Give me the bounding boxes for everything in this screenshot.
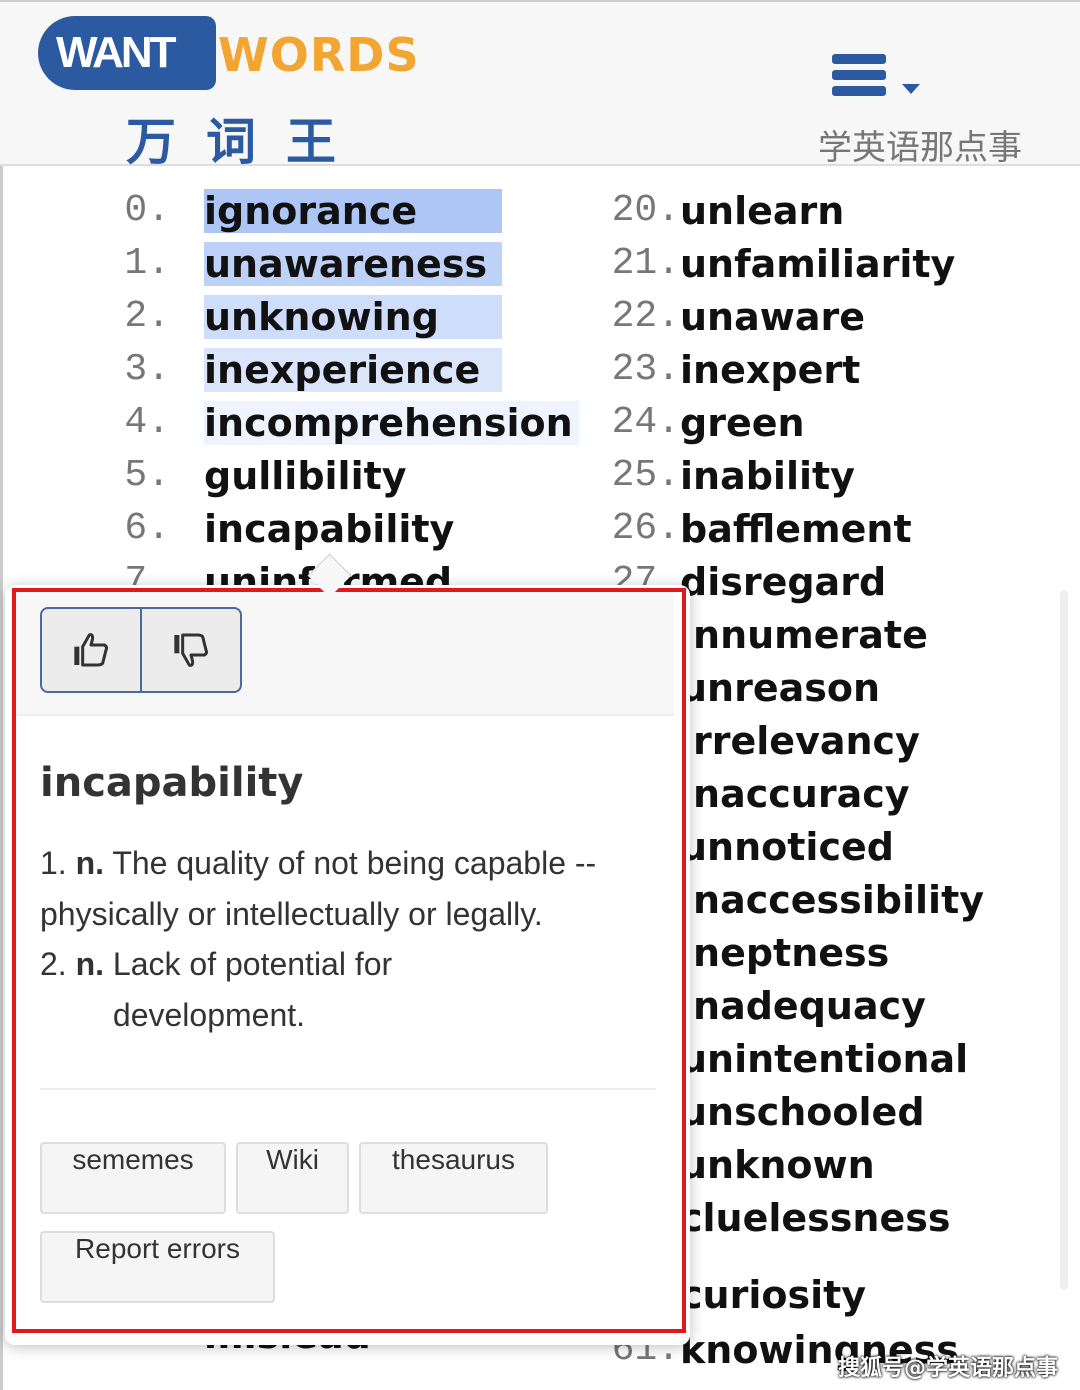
caret-down-icon bbox=[902, 84, 920, 94]
logo-want-text: WANT bbox=[56, 28, 177, 77]
result-word[interactable]: irrelevancy bbox=[680, 719, 926, 763]
result-word[interactable]: bafflement bbox=[680, 507, 918, 551]
result-word[interactable]: curiosity bbox=[680, 1273, 872, 1317]
result-rank: 24. bbox=[611, 401, 680, 444]
result-rank: 21. bbox=[611, 242, 680, 285]
result-rank: 26. bbox=[611, 507, 680, 550]
result-rank: 25. bbox=[611, 454, 680, 497]
result-word[interactable]: unaware bbox=[680, 295, 871, 339]
page-border bbox=[0, 166, 3, 1390]
result-word[interactable]: inability bbox=[680, 454, 861, 498]
result-word[interactable]: incapability bbox=[204, 507, 460, 551]
result-word[interactable]: inexpert bbox=[680, 348, 866, 392]
highlight-annotation-box bbox=[12, 588, 686, 1333]
result-word[interactable]: inaccessibility bbox=[680, 878, 990, 922]
result-word[interactable]: unnoticed bbox=[680, 825, 900, 869]
result-word[interactable]: unawareness bbox=[204, 242, 502, 286]
site-tagline: 学英语那点事 bbox=[818, 128, 1022, 168]
result-word[interactable]: unintentional bbox=[680, 1037, 974, 1081]
result-rank: 20. bbox=[611, 189, 680, 232]
result-word[interactable]: inaccuracy bbox=[680, 772, 916, 816]
result-word[interactable]: ineptness bbox=[680, 931, 895, 975]
result-word[interactable]: inexperience bbox=[204, 348, 502, 392]
watermark: 搜狐号@学英语那点事 bbox=[838, 1356, 1059, 1381]
scrollbar[interactable] bbox=[1060, 590, 1068, 1290]
result-word[interactable]: cluelessness bbox=[680, 1196, 956, 1240]
result-rank: 23. bbox=[611, 348, 680, 391]
logo-words-text: WORDS bbox=[218, 28, 420, 82]
result-rank: 5. bbox=[124, 454, 170, 497]
result-rank: 2. bbox=[124, 295, 170, 338]
result-word[interactable]: unknown bbox=[680, 1143, 881, 1187]
result-word[interactable]: ignorance bbox=[204, 189, 502, 233]
result-rank: 0. bbox=[124, 189, 170, 232]
result-word[interactable]: gullibility bbox=[204, 454, 413, 498]
result-word[interactable]: unfamiliarity bbox=[680, 242, 961, 286]
result-word[interactable]: inadequacy bbox=[680, 984, 932, 1028]
result-rank: 22. bbox=[611, 295, 680, 338]
result-word[interactable]: unreason bbox=[680, 666, 886, 710]
logo-chinese-text: 万词王 bbox=[126, 113, 366, 171]
result-word[interactable]: disregard bbox=[680, 560, 892, 604]
result-word[interactable]: unlearn bbox=[680, 189, 850, 233]
result-rank: 1. bbox=[124, 242, 170, 285]
result-rank: 6. bbox=[124, 507, 170, 550]
hamburger-menu-button[interactable] bbox=[832, 54, 922, 108]
result-word[interactable]: unschooled bbox=[680, 1090, 931, 1134]
result-word[interactable]: green bbox=[680, 401, 811, 445]
result-rank: 3. bbox=[124, 348, 170, 391]
result-word[interactable]: unknowing bbox=[204, 295, 502, 339]
result-word[interactable]: innumerate bbox=[680, 613, 934, 657]
hamburger-menu-icon bbox=[832, 70, 886, 80]
result-word[interactable]: incomprehension bbox=[204, 401, 579, 445]
hamburger-menu-icon bbox=[832, 86, 886, 96]
hamburger-menu-icon bbox=[832, 54, 886, 64]
result-rank: 4. bbox=[124, 401, 170, 444]
site-header: WANT WORDS 万词王 学英语那点事 bbox=[0, 0, 1080, 171]
definition-popup: incapability 1. n. The quality of not be… bbox=[5, 585, 690, 1345]
